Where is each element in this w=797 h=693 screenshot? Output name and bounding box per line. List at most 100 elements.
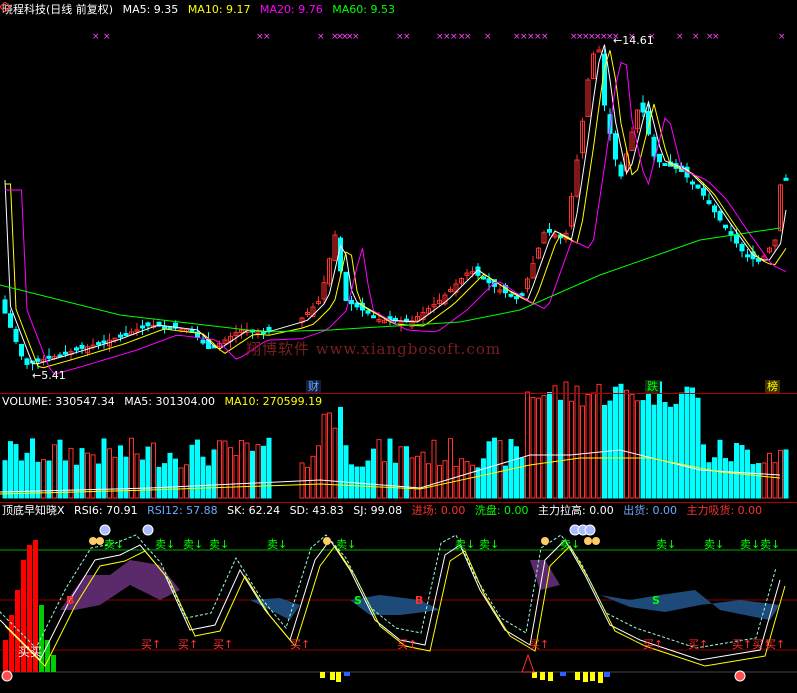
- candle-body: [338, 237, 343, 272]
- volume-bar: [635, 400, 640, 499]
- s-signal: S: [652, 594, 660, 607]
- candle-body: [618, 164, 624, 177]
- bottom-buy-text: 买买: [18, 645, 43, 659]
- buy-signal: 买↑: [529, 638, 549, 651]
- candle-body: [690, 181, 695, 185]
- buy-signal: 买↑: [765, 638, 785, 651]
- volume-bar: [393, 462, 398, 499]
- candle-body: [486, 278, 492, 284]
- volume-bar: [712, 457, 717, 499]
- volume-bar: [514, 446, 519, 499]
- peak-triangle-icon: [521, 653, 535, 673]
- sell-signal: 卖↓: [209, 538, 229, 551]
- candle-body: [8, 313, 13, 328]
- volume-bar: [415, 455, 420, 499]
- sell-signal: 卖↓: [479, 538, 499, 551]
- volume-bar: [679, 392, 684, 499]
- volume-bar: [8, 441, 13, 499]
- volume-bar: [530, 396, 536, 499]
- volume-bar: [646, 385, 651, 499]
- volume-bar: [327, 412, 332, 499]
- volume-bar: [585, 393, 591, 499]
- volume-bar: [112, 456, 118, 499]
- volume-bar: [624, 389, 629, 499]
- volume-bar: [162, 463, 167, 499]
- volume-bar: [167, 452, 173, 499]
- volume-bar: [79, 448, 85, 499]
- volume-bar: [728, 461, 734, 499]
- volume-bar: [426, 463, 431, 499]
- candle-body: [712, 205, 717, 213]
- volume-bar: [360, 466, 365, 499]
- volume-bar: [745, 449, 750, 499]
- volume-bar: [387, 438, 393, 499]
- indicator-header: 顶底早知晓X RSI6: 70.91 RSI12: 57.88 SK: 62.2…: [2, 503, 768, 519]
- buy-signal: 买↑: [688, 638, 708, 651]
- candle-body: [266, 326, 272, 332]
- indicator-red-bar: [3, 640, 8, 672]
- candle-body: [701, 188, 706, 196]
- volume-bar: [591, 392, 596, 499]
- blue-ball-icon: [99, 524, 111, 536]
- sk-readout: SK: 62.24: [227, 504, 281, 517]
- x-marker: ×: [450, 32, 458, 42]
- indicator-yellow-bar: [320, 672, 325, 678]
- candle-body: [717, 210, 723, 221]
- volume-bar: [519, 457, 525, 499]
- volume-bar: [30, 438, 35, 499]
- volume-bar: [266, 437, 272, 499]
- candle-body: [63, 351, 68, 355]
- marker-rank[interactable]: 榜: [765, 380, 780, 394]
- volume-bar: [222, 440, 228, 499]
- volume-bar: [41, 459, 46, 499]
- volume-bar: [19, 460, 24, 499]
- volume-bar: [558, 399, 563, 499]
- x-marker: ×: [712, 32, 720, 42]
- candle-body: [613, 133, 618, 160]
- volume-bar: [778, 449, 783, 499]
- buy-signal: 买↑: [290, 638, 310, 651]
- volume-bar: [305, 466, 310, 499]
- volume-bar: [217, 440, 222, 499]
- high-price-label: ←14.61: [613, 34, 654, 47]
- sell-signal: 卖↓: [104, 538, 124, 551]
- volume-bar: [261, 445, 266, 499]
- indicator-title: 顶底早知晓X: [2, 504, 65, 517]
- candle-body: [2, 299, 8, 314]
- indicator-blue-bar: [344, 672, 350, 676]
- volume-bar: [618, 383, 624, 499]
- candle-body: [783, 177, 789, 181]
- mushroom-icon: [96, 537, 104, 545]
- x-marker: ×: [352, 32, 360, 42]
- entry-readout: 进场: 0.00: [411, 504, 466, 517]
- marker-finance[interactable]: 财: [306, 380, 321, 394]
- volume-bar: [596, 383, 602, 499]
- volume-bar: [321, 413, 327, 499]
- x-marker: ×: [676, 32, 684, 42]
- volume-bar: [310, 455, 316, 499]
- volume-bar: [316, 445, 321, 499]
- volume-bar: [442, 460, 448, 499]
- volume-bar: [629, 394, 635, 499]
- marker-drop[interactable]: 跌: [645, 380, 660, 394]
- volume-bar: [657, 381, 662, 499]
- indicator-yellow-bar: [575, 672, 580, 680]
- volume-bar: [431, 439, 437, 499]
- candle-body: [739, 243, 745, 252]
- volume-bar: [684, 386, 690, 499]
- volume-bar: [706, 462, 712, 499]
- volume-bar: [239, 440, 244, 499]
- volume-bar: [398, 446, 404, 499]
- sell-signal: 卖↓: [560, 538, 580, 551]
- candle-body: [35, 358, 41, 362]
- volume-bar: [211, 449, 217, 499]
- volume-bar: [13, 444, 19, 499]
- candle-body: [695, 184, 701, 189]
- volume-bar: [200, 456, 206, 499]
- candle-body: [79, 344, 85, 349]
- volume-bar: [195, 439, 200, 499]
- volume-bar: [673, 403, 679, 499]
- watermark: 翔博软件 www.xiangbosoft.com: [246, 340, 502, 358]
- marker-finance-label: 财: [308, 380, 319, 393]
- volume-bar: [563, 381, 569, 499]
